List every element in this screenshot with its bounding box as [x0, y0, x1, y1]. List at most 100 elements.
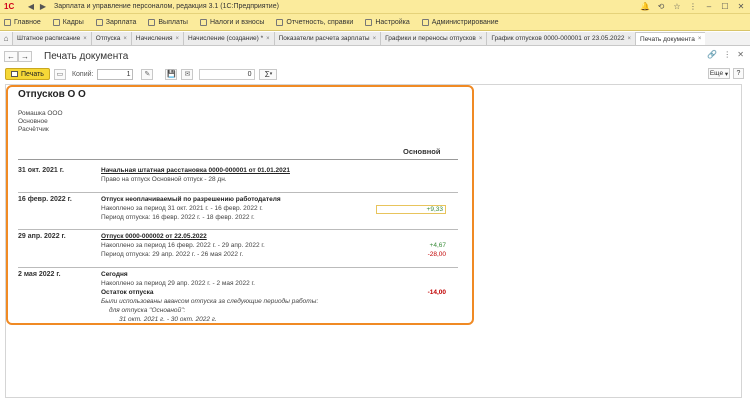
payments-icon [148, 18, 156, 26]
block-line: Право на отпуск Основной отпуск - 28 дн. [101, 176, 227, 183]
close-form-icon[interactable]: ✕ [737, 50, 744, 59]
sum-field[interactable]: 0 [199, 68, 256, 80]
close-icon[interactable]: ✕ [736, 2, 746, 11]
more-vert-icon[interactable]: ⋮ [723, 50, 731, 59]
tab-close-icon[interactable]: × [266, 36, 270, 42]
edit-icon[interactable]: ✎ [141, 68, 154, 80]
more-button[interactable]: Еще ▾ [708, 68, 730, 79]
window-controls: 🔔 ⟲ ☆ ⋮ – ☐ ✕ [640, 2, 746, 11]
forward-icon[interactable]: ▶ [38, 2, 48, 12]
maximize-icon[interactable]: ☐ [720, 2, 730, 11]
tab-5[interactable]: Графики и переносы отпусков × [380, 32, 487, 45]
block-divider [18, 192, 458, 193]
tab-close-icon[interactable]: × [83, 36, 87, 42]
block-line: 31 окт. 2021 г. - 30 окт. 2022 г. [119, 316, 217, 323]
menu-item-3[interactable]: Выплаты [148, 18, 188, 26]
tab-close-icon[interactable]: × [176, 36, 180, 42]
menu-item-5[interactable]: Отчетность, справки [276, 18, 354, 26]
menu-item-label: Зарплата [105, 18, 137, 26]
print-button-label: Печать [21, 70, 44, 78]
section-menu: Главное Кадры Зарплата Выплаты Налоги и взно… [0, 14, 750, 31]
link-icon[interactable]: 🔗 [707, 50, 717, 59]
tab-label: Начисления [135, 35, 173, 42]
page-title: Печать документа [44, 50, 129, 62]
tab-3[interactable]: Начисление (создание) * × [183, 32, 274, 45]
block-divider [18, 229, 458, 230]
tab-2[interactable]: Начисления × [130, 32, 184, 45]
tab-label: График отпусков 0000-000001 от 23.05.202… [491, 35, 625, 42]
report-title: Отпусков О О [18, 89, 86, 100]
block-line: Сегодня [101, 271, 128, 278]
block-date: 2 мая 2022 г. [18, 271, 61, 278]
nav-back-button[interactable]: ← [4, 50, 18, 62]
document-header: ← → Печать документа 🔗 ⋮ ✕ [0, 47, 750, 65]
print-toolbar: Печать ▭ Копий: 1 ✎ 💾 ✉ 0 Σ ▾ Еще ▾ ? [0, 66, 750, 82]
block-line: Отпуск 0000-000002 от 22.05.2022 [101, 233, 207, 240]
tab-close-icon[interactable]: × [479, 36, 483, 42]
spreadsheet-document[interactable]: Отпусков О О Ромашка ООО Основное Расчёт… [5, 84, 742, 398]
tab-0[interactable]: Штатное расписание × [12, 32, 91, 45]
app-logo: 1С [4, 2, 15, 11]
menu-item-6[interactable]: Настройка [365, 18, 410, 26]
menu-item-7[interactable]: Администрирование [421, 18, 499, 26]
block-date: 29 апр. 2022 г. [18, 233, 66, 240]
block-date: 31 окт. 2021 г. [18, 167, 64, 174]
column-header: Основной [403, 147, 441, 156]
tab-close-icon[interactable]: × [123, 36, 127, 42]
sum-button[interactable]: Σ ▾ [259, 68, 278, 80]
menu-item-label: Администрирование [431, 18, 499, 26]
admin-icon [421, 18, 429, 26]
menu-item-label: Настройка [375, 18, 410, 26]
tab-label: Показатели расчета зарплаты [278, 35, 370, 42]
menu-item-1[interactable]: Кадры [52, 18, 84, 26]
vacation-report: Отпусков О О Ромашка ООО Основное Расчёт… [18, 89, 458, 323]
menu-item-label: Главное [14, 18, 41, 26]
menu-dots-icon[interactable]: ⋮ [688, 2, 698, 11]
print-button[interactable]: Печать [5, 68, 50, 80]
tab-label: Графики и переносы отпусков [385, 35, 476, 42]
salary-icon [95, 18, 103, 26]
block-line: Период отпуска: 16 февр. 2022 г. - 18 фе… [101, 214, 255, 221]
printer-icon [11, 71, 18, 77]
block-line: Накоплено за период 16 февр. 2022 г. - 2… [101, 242, 265, 249]
send-icon[interactable]: ✉ [181, 68, 194, 80]
block-line: Были использованы авансом отпуска за сле… [101, 298, 319, 305]
menu-item-4[interactable]: Налоги и взносы [199, 18, 264, 26]
tab-7[interactable]: Печать документа × [635, 32, 706, 45]
tab-label: Начисление (создание) * [188, 35, 264, 42]
copies-label: Копий: [71, 70, 94, 78]
tab-close-icon[interactable]: × [373, 36, 377, 42]
block-date: 16 февр. 2022 г. [18, 196, 72, 203]
tab-close-icon[interactable]: × [698, 36, 702, 42]
menu-item-label: Отчетность, справки [286, 18, 354, 26]
copies-input[interactable]: 1 [97, 68, 134, 80]
bell-icon[interactable]: 🔔 [640, 2, 650, 11]
minimize-icon[interactable]: – [704, 2, 714, 11]
help-button[interactable]: ? [733, 68, 744, 79]
org-role: Расчётчик [18, 126, 49, 133]
tab-6[interactable]: График отпусков 0000-000001 от 23.05.202… [486, 32, 636, 45]
back-icon[interactable]: ◀ [26, 2, 36, 12]
org-name: Ромашка ООО [18, 110, 63, 117]
tab-label: Штатное расписание [17, 35, 81, 42]
tab-bar: ⌂ Штатное расписание × Отпуска × Начисления ×… [0, 32, 750, 46]
block-line: Отпуск неоплачиваемый по разрешению рабо… [101, 196, 281, 203]
star-icon[interactable]: ☆ [672, 2, 682, 11]
app-title: Зарплата и управление персоналом, редакц… [54, 3, 279, 10]
history-icon[interactable]: ⟲ [656, 2, 666, 11]
home-icon[interactable]: ⌂ [0, 32, 12, 45]
nav-forward-button[interactable]: → [18, 50, 32, 62]
block-value: -28,00 [427, 251, 446, 258]
save-icon[interactable]: 💾 [165, 68, 178, 80]
menu-item-label: Кадры [62, 18, 84, 26]
org-position: Основное [18, 118, 48, 125]
menu-item-2[interactable]: Зарплата [95, 18, 137, 26]
tab-4[interactable]: Показатели расчета зарплаты × [273, 32, 381, 45]
block-line: Накоплено за период 29 апр. 2022 г. - 2 … [101, 280, 255, 287]
block-line: Остаток отпуска [101, 289, 154, 296]
menu-item-0[interactable]: Главное [4, 18, 41, 26]
tab-close-icon[interactable]: × [628, 36, 632, 42]
block-line: Начальная штатная расстановка 0000-00000… [101, 167, 290, 174]
preview-icon[interactable]: ▭ [53, 68, 66, 80]
tab-1[interactable]: Отпуска × [90, 32, 131, 45]
